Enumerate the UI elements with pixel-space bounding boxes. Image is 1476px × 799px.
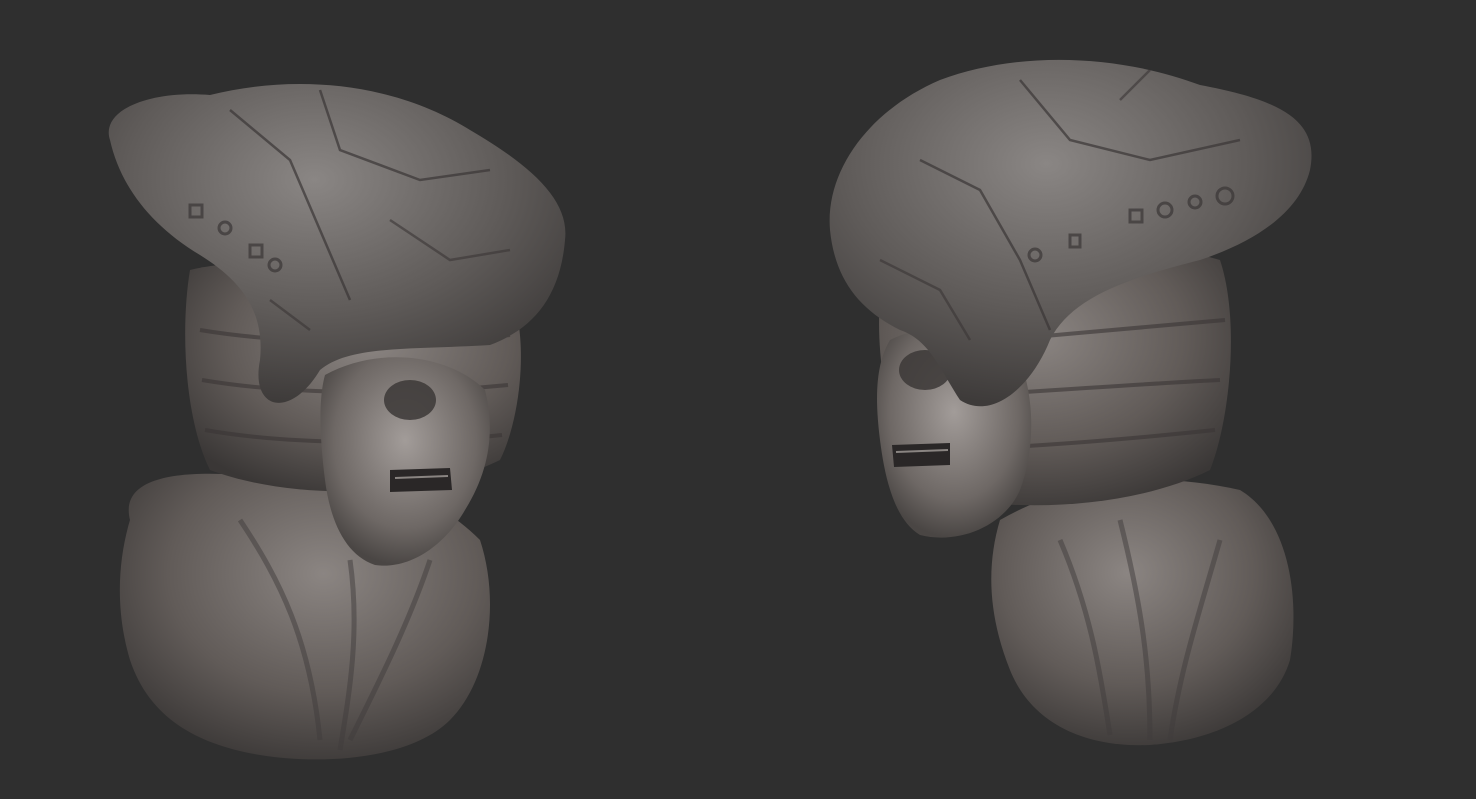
sculpt-viewport bbox=[0, 0, 1476, 799]
eye-socket bbox=[384, 380, 436, 420]
creature-bust-left bbox=[108, 84, 566, 760]
sculpt-view-left bbox=[90, 0, 590, 799]
teeth bbox=[390, 468, 452, 492]
torso-shape bbox=[991, 480, 1294, 746]
teeth bbox=[892, 443, 950, 467]
sculpt-view-right bbox=[820, 0, 1320, 799]
creature-bust-right bbox=[829, 59, 1312, 746]
